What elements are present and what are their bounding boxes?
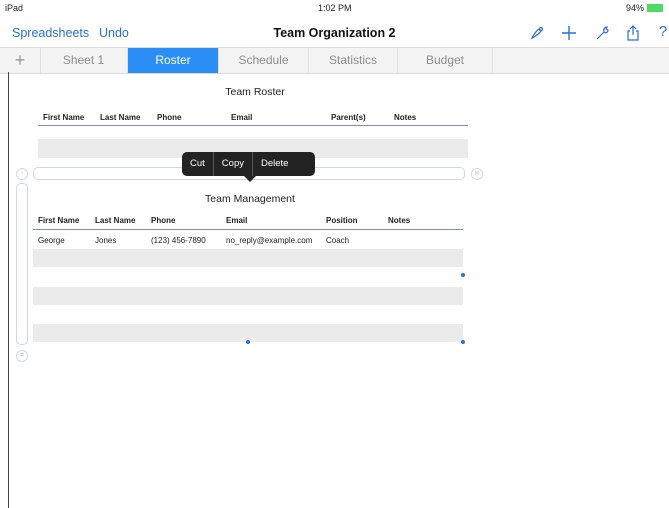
tab-roster[interactable]: Roster xyxy=(128,48,219,73)
cut-button[interactable]: Cut xyxy=(182,152,214,176)
mgmt-header-position: Position xyxy=(326,216,358,225)
plus-icon[interactable] xyxy=(559,21,579,43)
tab-budget[interactable]: Budget xyxy=(398,48,493,73)
context-menu-arrow xyxy=(244,176,256,182)
sheet-tabs: + Sheet 1 Roster Schedule Statistics Bud… xyxy=(0,47,669,74)
selection-handle-left[interactable]: ◦ xyxy=(16,168,28,180)
resize-dot-right[interactable] xyxy=(461,273,465,277)
roster-header-first-name: First Name xyxy=(43,113,85,122)
mgmt-header-phone: Phone xyxy=(151,216,176,225)
management-table-title: Team Management xyxy=(205,193,295,205)
cell-first-name[interactable]: George xyxy=(38,236,65,245)
device-name: iPad xyxy=(5,3,24,13)
status-time: 1:02 PM xyxy=(318,3,352,13)
tab-statistics[interactable]: Statistics xyxy=(309,48,398,73)
wrench-icon[interactable] xyxy=(592,21,612,43)
edit-context-menu: Cut Copy Delete xyxy=(182,152,315,176)
roster-header-parents: Parent(s) xyxy=(331,113,366,122)
status-bar: iPad 1:02 PM 94% xyxy=(0,0,669,18)
table-row[interactable] xyxy=(33,287,463,305)
resize-dot-bottom[interactable] xyxy=(246,340,250,344)
help-icon[interactable]: ? xyxy=(653,23,669,45)
navigation-bar: Spreadsheets Undo Team Organization 2 ? xyxy=(0,18,669,48)
selection-handle-right[interactable]: ıı xyxy=(471,168,483,180)
table-row[interactable] xyxy=(33,249,463,267)
copy-button[interactable]: Copy xyxy=(214,152,253,176)
paintbrush-icon[interactable] xyxy=(527,21,547,43)
mgmt-header-last-name: Last Name xyxy=(95,216,136,225)
cell-last-name[interactable]: Jones xyxy=(95,236,116,245)
mgmt-header-notes: Notes xyxy=(388,216,411,225)
mgmt-header-email: Email xyxy=(226,216,248,225)
sheet-edge xyxy=(8,72,9,508)
resize-dot-corner[interactable] xyxy=(461,340,465,344)
cell-phone[interactable]: (123) 456-7890 xyxy=(151,236,206,245)
row-selection-bar[interactable] xyxy=(16,183,28,345)
add-sheet-tab[interactable]: + xyxy=(0,48,41,73)
mgmt-header-first-name: First Name xyxy=(38,216,80,225)
delete-button[interactable]: Delete xyxy=(253,152,296,176)
roster-header-phone: Phone xyxy=(157,113,182,122)
tab-sheet-1[interactable]: Sheet 1 xyxy=(40,48,128,73)
row-handle-bottom[interactable]: = xyxy=(16,350,28,362)
roster-table-title: Team Roster xyxy=(225,86,285,98)
roster-header-email: Email xyxy=(231,113,253,122)
mgmt-header-divider xyxy=(33,229,463,230)
tab-schedule[interactable]: Schedule xyxy=(219,48,309,73)
roster-header-last-name: Last Name xyxy=(100,113,141,122)
cell-position[interactable]: Coach xyxy=(326,236,349,245)
battery-icon xyxy=(647,4,663,12)
share-icon[interactable] xyxy=(623,21,643,43)
cell-email[interactable]: no_reply@example.com xyxy=(226,236,312,245)
battery-indicator: 94% xyxy=(626,3,663,13)
roster-header-notes: Notes xyxy=(394,113,417,122)
roster-header-divider xyxy=(38,125,468,126)
battery-percent: 94% xyxy=(625,3,644,13)
